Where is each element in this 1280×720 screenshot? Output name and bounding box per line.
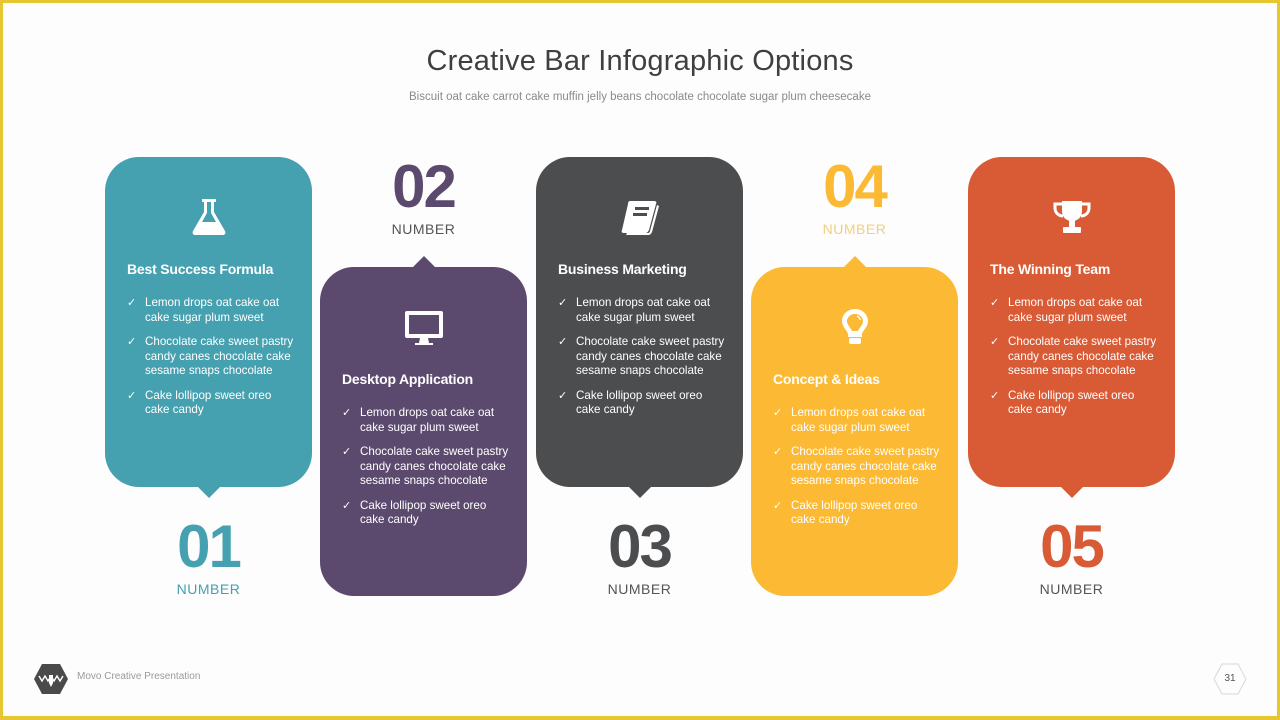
number-block-3: 03 NUMBER (536, 513, 743, 598)
check-icon: ✓ (773, 499, 783, 512)
card-title: Concept & Ideas (773, 371, 880, 387)
number-block-4: 04 NUMBER (751, 153, 958, 238)
check-icon: ✓ (342, 446, 352, 458)
card-list: ✓ Lemon drops oat cake oat cake sugar plu… (342, 406, 512, 538)
list-item: ✓ Chocolate cake sweet pastry candy canes… (127, 335, 294, 377)
card-list: ✓ Lemon drops oat cake oat cake sugar plu… (127, 296, 297, 428)
list-item: ✓ Chocolate cake sweet pastry candy canes… (990, 335, 1157, 377)
list-item: ✓ Chocolate cake sweet pastry candy canes… (558, 335, 725, 377)
slide-title: Creative Bar Infographic Options (426, 45, 854, 77)
check-icon: ✓ (558, 297, 568, 309)
list-item: ✓ Cake lollipop sweet oreo cake candy (990, 388, 1135, 417)
check-icon: ✓ (127, 297, 137, 309)
list-item: ✓ Lemon drops oat cake oat cake sugar plu… (558, 296, 711, 324)
number-value: 03 (608, 513, 673, 580)
page-number: 31 (1224, 673, 1236, 684)
card-title: Best Success Formula (127, 261, 274, 277)
number-value: 02 (392, 153, 457, 220)
list-item: ✓ Chocolate cake sweet pastry candy canes… (773, 445, 940, 487)
list-item: ✓ Cake lollipop sweet oreo cake candy (773, 498, 918, 527)
list-item: ✓ Chocolate cake sweet pastry candy canes… (342, 445, 509, 487)
slide-subtitle: Biscuit oat cake carrot cake muffin jell… (409, 91, 871, 103)
list-item: ✓ Lemon drops oat cake oat cake sugar plu… (990, 296, 1143, 324)
page-number-badge: 31 (1213, 663, 1247, 695)
number-value: 01 (177, 513, 242, 580)
check-icon: ✓ (342, 407, 352, 419)
number-block-5: 05 NUMBER (968, 513, 1175, 598)
number-label: NUMBER (176, 581, 241, 597)
monitor-icon (400, 303, 448, 351)
card-1: Best Success Formula ✓ Lemon drops oat ca… (105, 157, 312, 498)
card-pointer (412, 256, 435, 267)
card-4: Concept & Ideas ✓ Lemon drops oat cake oa… (751, 256, 958, 596)
check-icon: ✓ (990, 336, 1000, 348)
card-list: ✓ Lemon drops oat cake oat cake sugar plu… (773, 406, 943, 538)
list-item: ✓ Lemon drops oat cake oat cake sugar plu… (773, 406, 926, 434)
check-icon: ✓ (990, 389, 1000, 402)
list-item: ✓ Lemon drops oat cake oat cake sugar plu… (342, 406, 495, 434)
check-icon: ✓ (127, 336, 137, 348)
card-5: The Winning Team ✓ Lemon drops oat cake o… (968, 157, 1175, 498)
number-label: NUMBER (1039, 581, 1104, 597)
check-icon: ✓ (342, 499, 352, 512)
card-2: Desktop Application ✓ Lemon drops oat cak… (320, 256, 527, 596)
card-list: ✓ Lemon drops oat cake oat cake sugar plu… (558, 296, 728, 428)
check-icon: ✓ (127, 389, 137, 402)
card-pointer (197, 487, 220, 498)
number-label: NUMBER (607, 581, 672, 597)
number-label: NUMBER (391, 221, 456, 237)
number-value: 05 (1040, 513, 1105, 580)
card-title: Desktop Application (342, 371, 474, 387)
number-label: NUMBER (822, 221, 887, 237)
list-item: ✓ Cake lollipop sweet oreo cake candy (558, 388, 703, 417)
slide: Creative Bar Infographic Options Biscuit… (3, 3, 1277, 716)
number-value: 04 (823, 153, 888, 220)
lightbulb-icon (831, 303, 879, 351)
check-icon: ✓ (558, 389, 568, 402)
list-item: ✓ Cake lollipop sweet oreo cake candy (342, 498, 487, 527)
card-list: ✓ Lemon drops oat cake oat cake sugar plu… (990, 296, 1160, 428)
list-item: ✓ Lemon drops oat cake oat cake sugar plu… (127, 296, 280, 324)
number-block-2: 02 NUMBER (320, 153, 527, 238)
hexagon-logo-icon (33, 663, 69, 695)
card-pointer (628, 487, 651, 498)
card-title: Business Marketing (558, 261, 687, 277)
number-block-1: 01 NUMBER (105, 513, 312, 598)
trophy-icon (1048, 193, 1096, 241)
card-pointer (1060, 487, 1083, 498)
check-icon: ✓ (773, 446, 783, 458)
card-pointer (843, 256, 866, 267)
card-3: Business Marketing ✓ Lemon drops oat cake… (536, 157, 743, 498)
check-icon: ✓ (558, 336, 568, 348)
flask-icon (185, 193, 233, 241)
check-icon: ✓ (990, 297, 1000, 309)
card-title: The Winning Team (990, 261, 1111, 277)
list-item: ✓ Cake lollipop sweet oreo cake candy (127, 388, 272, 417)
check-icon: ✓ (773, 407, 783, 419)
book-icon (616, 193, 664, 241)
footer-brand: Movo Creative Presentation (77, 671, 201, 682)
